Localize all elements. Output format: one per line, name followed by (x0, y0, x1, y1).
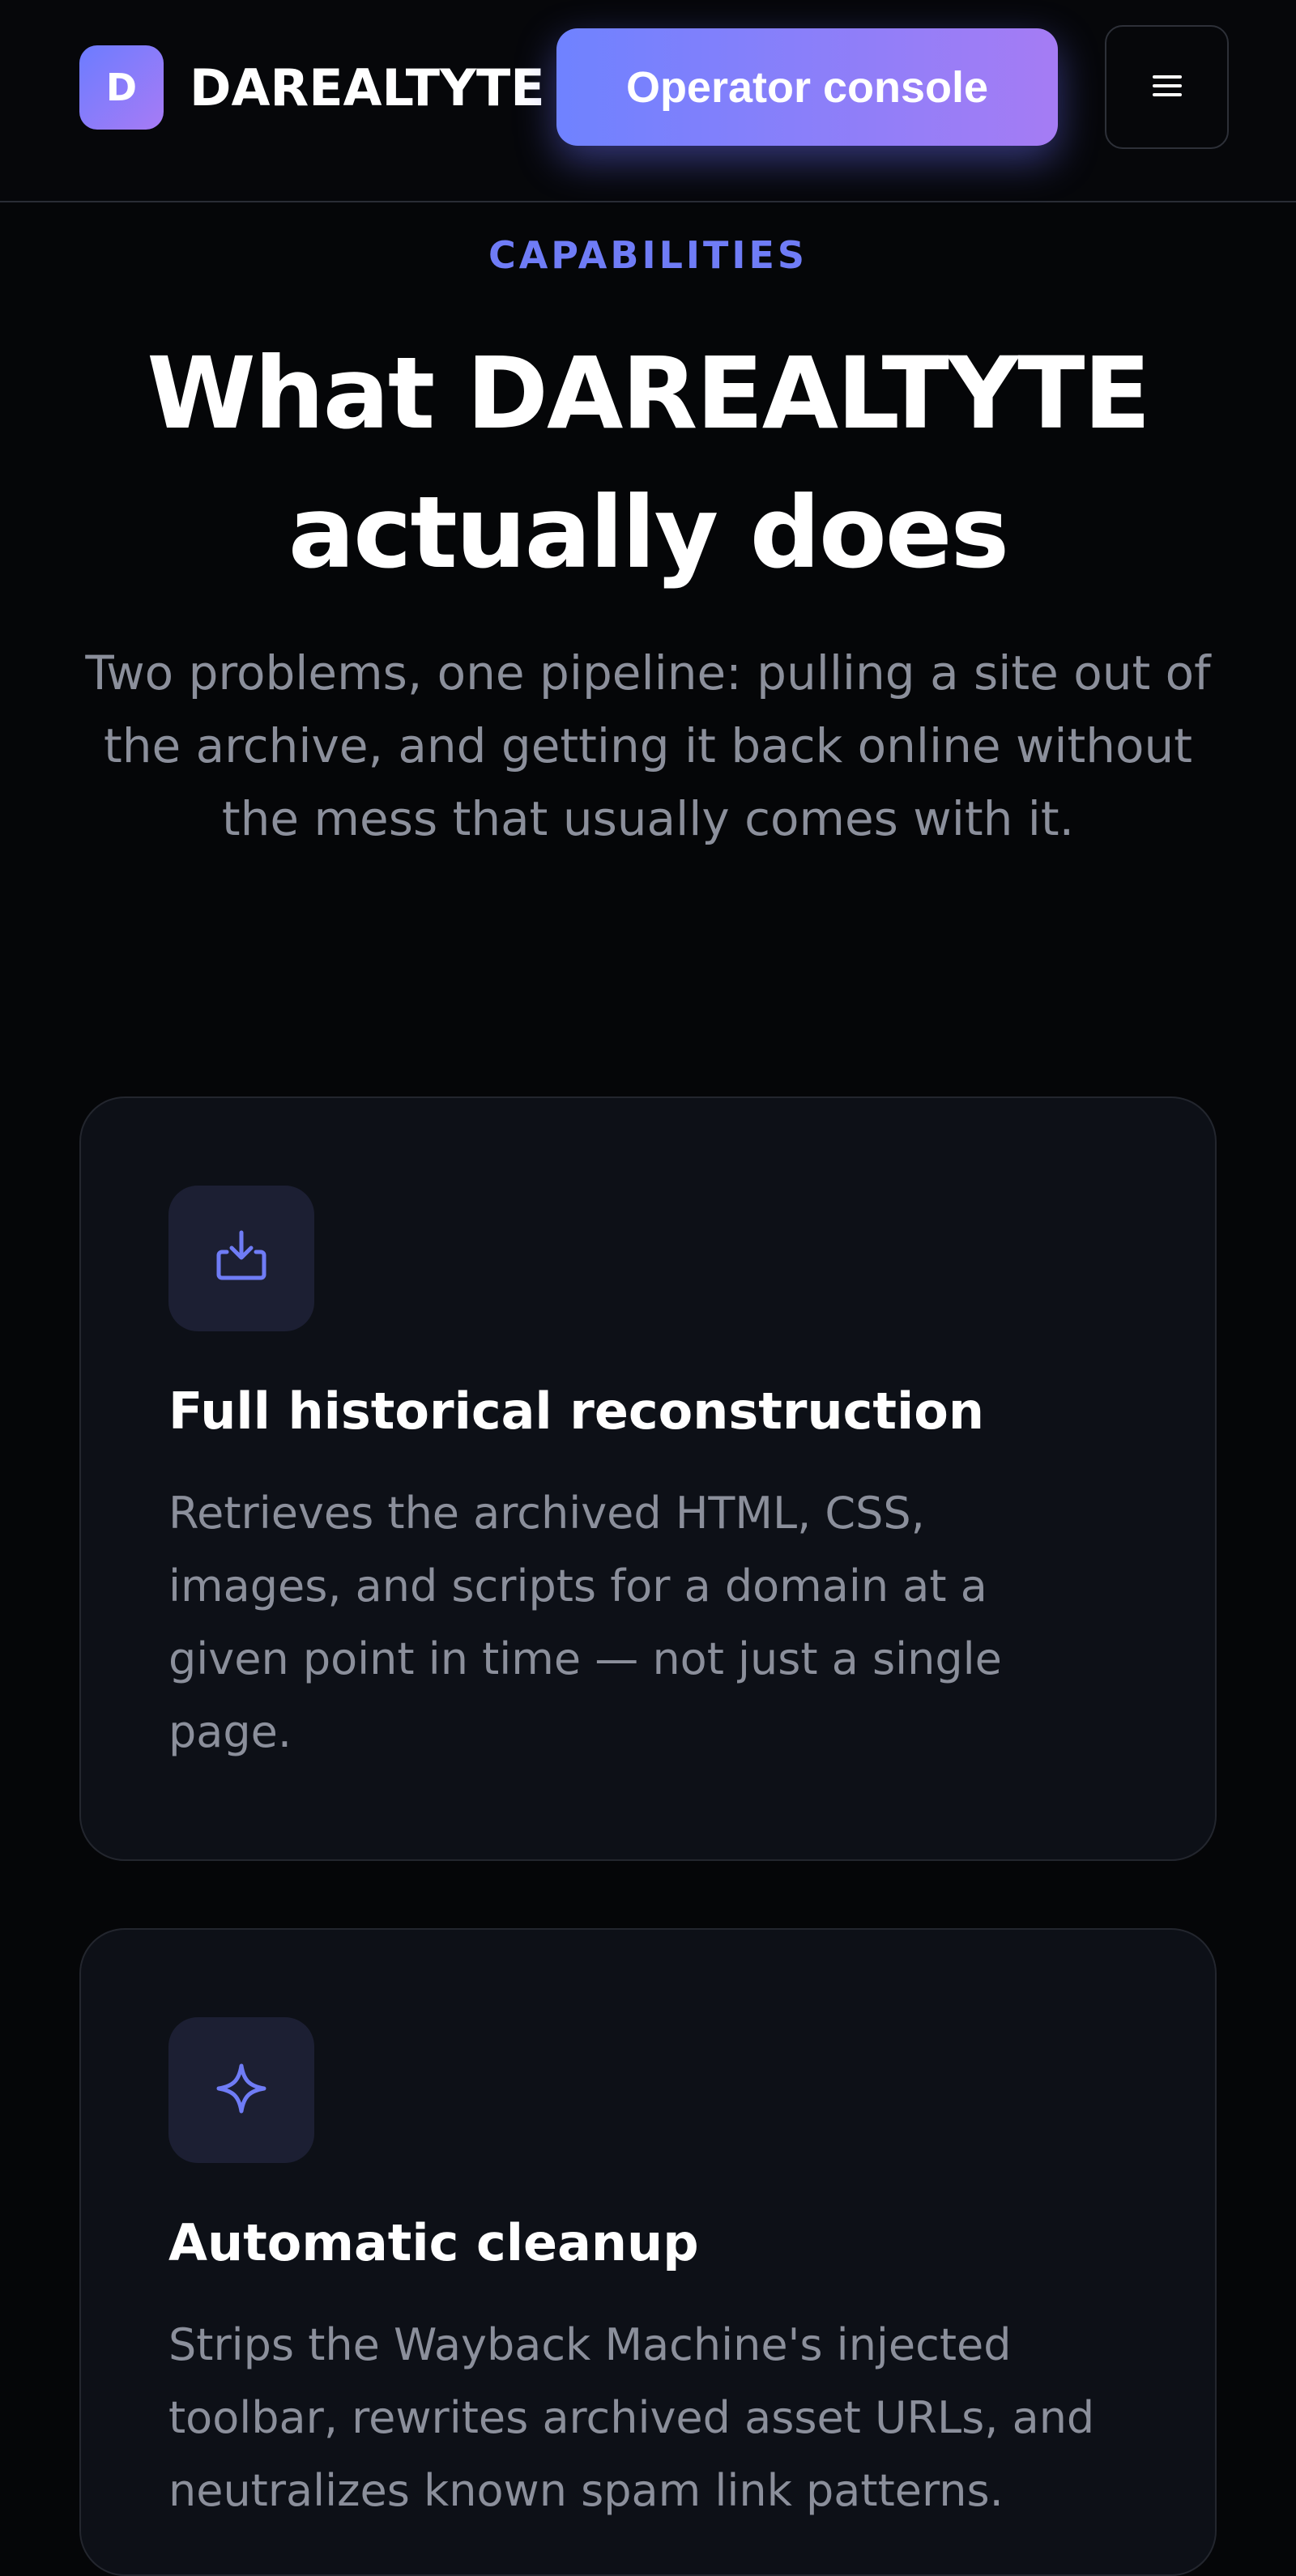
capability-description: Strips the Wayback Machine's injected to… (168, 2319, 1095, 2516)
operator-console-button[interactable]: Operator console (556, 28, 1058, 146)
capability-card: Full historical reconstruction Retrieves… (79, 1096, 1217, 1861)
capability-description: Retrieves the archived HTML, CSS, images… (168, 1488, 1002, 1757)
capability-icon-tile (168, 2017, 314, 2163)
capability-title: Full historical reconstruction (168, 1382, 985, 1441)
logo-mark: D (79, 45, 164, 130)
hamburger-menu-icon (1152, 74, 1182, 100)
section-title: What DAREALTYTE actually does (49, 324, 1247, 602)
capability-icon-tile (168, 1186, 314, 1331)
capability-card: Automatic cleanup Strips the Wayback Mac… (79, 1928, 1217, 2576)
section-description: Two problems, one pipeline: pulling a si… (85, 645, 1211, 846)
sparkle-icon (209, 2056, 274, 2124)
section-title-line-2: actually does (288, 475, 1009, 590)
brand[interactable]: D DAREALTYTE (79, 45, 545, 130)
section-eyebrow: CAPABILITIES (488, 233, 808, 277)
capability-title: Automatic cleanup (168, 2213, 699, 2272)
logo-letter: D (105, 66, 138, 109)
section-title-line-1: What DAREALTYTE (147, 336, 1151, 451)
download-tray-icon (209, 1224, 274, 1292)
menu-button[interactable] (1105, 25, 1229, 149)
brand-name: DAREALTYTE (190, 57, 545, 117)
site-header: D DAREALTYTE Operator console (0, 0, 1296, 202)
